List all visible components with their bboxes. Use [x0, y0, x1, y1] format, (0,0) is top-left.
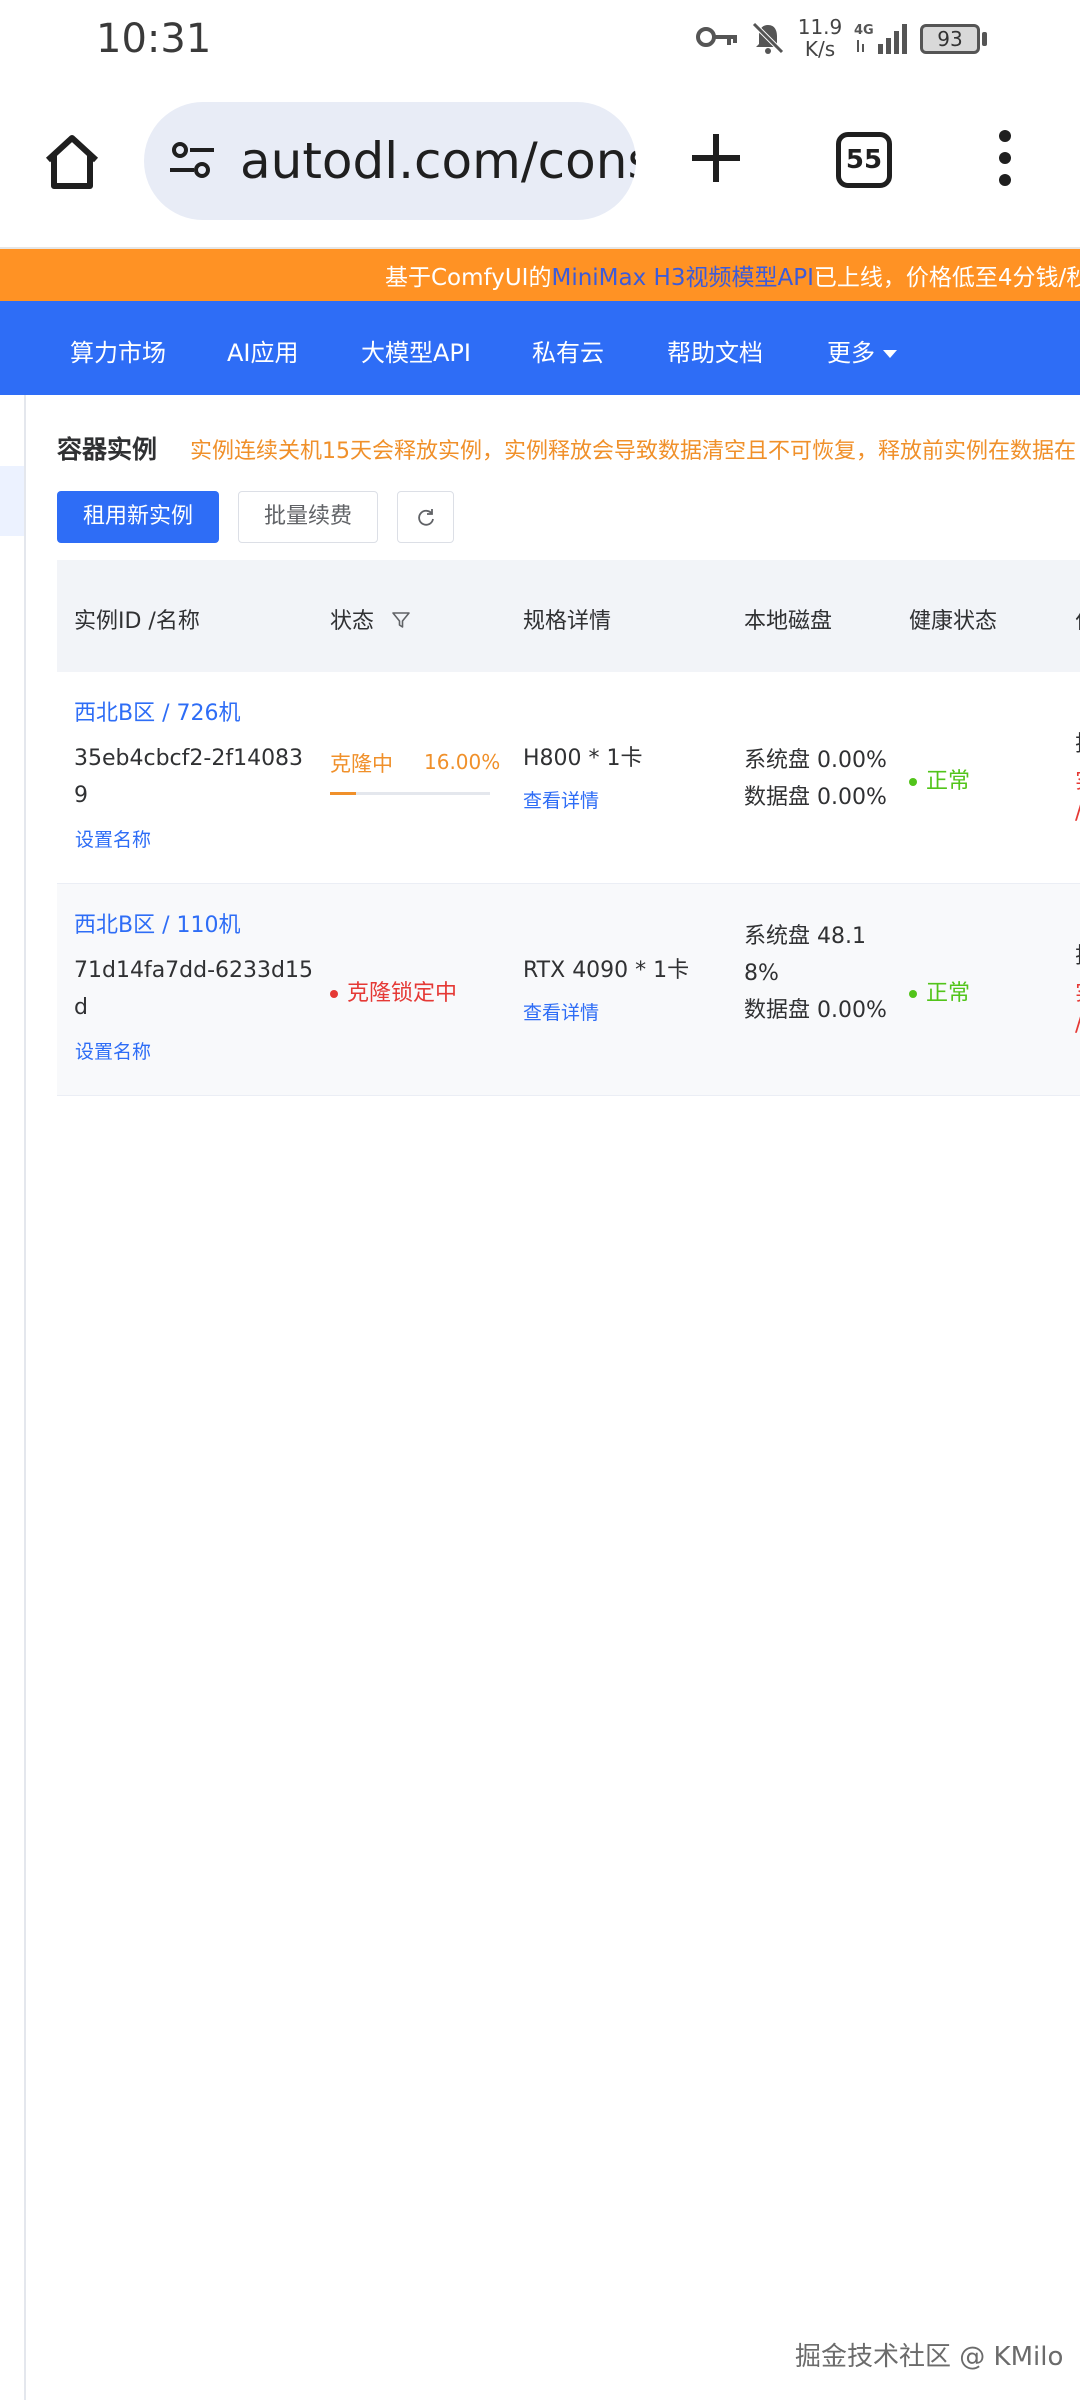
nav-item-compute-market[interactable]: 算力市场	[70, 333, 166, 368]
nav-item-help-docs[interactable]: 帮助文档	[667, 333, 763, 368]
col-health: 健康状态	[909, 609, 998, 634]
spec-text: H800 * 1卡	[523, 746, 643, 771]
home-icon[interactable]	[40, 130, 104, 194]
view-details-link[interactable]: 查看详情	[523, 998, 599, 1025]
battery-icon: 93	[920, 24, 980, 54]
status-dot	[330, 990, 338, 998]
action-separator-clipped: /	[1075, 1012, 1080, 1037]
nav-item-llm-api[interactable]: 大模型API	[361, 333, 471, 368]
main-nav: 算力市场 AI应用 大模型API 私有云 帮助文档 更多	[0, 301, 1080, 395]
instance-id: 71d14fa7dd-6233d15 d	[74, 952, 313, 1026]
view-details-link[interactable]: 查看详情	[523, 786, 599, 813]
disk-usage: 系统盘 48.1 8% 数据盘 0.00%	[744, 918, 887, 1029]
instance-id: 35eb4cbcf2-2f14083 9	[74, 740, 303, 814]
clock: 10:31	[96, 16, 212, 62]
action-separator-clipped: /	[1075, 800, 1080, 825]
clone-progress-fill	[330, 792, 356, 795]
net-speed-unit: K/s	[804, 37, 836, 61]
url-text[interactable]: autodl.com/console/instance/list	[240, 132, 636, 190]
system-disk-usage: 系统盘 0.00%	[744, 748, 887, 773]
caret-down-icon	[883, 350, 897, 358]
set-name-link[interactable]: 设置名称	[75, 825, 151, 852]
instance-region-link[interactable]: 西北B区 / 726机	[74, 695, 240, 727]
action-link-clipped[interactable]: 实	[1075, 975, 1080, 1007]
col-status: 状态	[330, 603, 411, 635]
system-disk-usage-wrap: 8%	[744, 961, 779, 986]
refresh-button[interactable]	[397, 491, 454, 543]
disk-usage: 系统盘 0.00% 数据盘 0.00%	[744, 742, 887, 816]
filter-icon[interactable]	[391, 610, 411, 630]
banner-text: 基于ComfyUI的MiniMax H3视频模型API已上线，价格低至4分钱/秒…	[385, 258, 1080, 292]
data-disk-usage: 数据盘 0.00%	[744, 998, 887, 1023]
nav-item-more[interactable]: 更多	[827, 333, 897, 368]
plus-icon[interactable]	[688, 130, 744, 186]
instance-id-line: d	[74, 995, 88, 1020]
set-name-link[interactable]: 设置名称	[75, 1037, 151, 1064]
svg-text:4G: 4G	[854, 23, 874, 38]
watermark: 掘金技术社区 @ KMilo	[795, 2342, 1064, 2372]
banner-text-after: 已上线，价格低至4分钱/秒！ 敬	[813, 265, 1080, 291]
health-label: 正常	[926, 981, 971, 1006]
health-status: 正常	[909, 763, 970, 795]
sidebar-edge	[24, 395, 26, 2400]
table-row: 西北B区 / 726机 35eb4cbcf2-2f14083 9 设置名称 克隆…	[57, 672, 1080, 884]
health-status: 正常	[909, 975, 970, 1007]
clone-progress-bar	[330, 792, 490, 795]
refresh-icon	[418, 509, 434, 526]
status-dot	[909, 778, 917, 786]
system-disk-usage: 系统盘 48.1	[744, 924, 866, 949]
col-status-label: 状态	[330, 609, 375, 634]
col-instance-id: 实例ID /名称	[74, 609, 200, 634]
status-dot	[909, 990, 917, 998]
page-title: 容器实例	[57, 435, 158, 464]
status-bar: 10:31 11.9 K/s 4G 93	[0, 0, 1080, 80]
release-notice: 实例连续关机15天会释放实例，实例释放会导致数据清空且不可恢复，释放前实例在数据…	[190, 439, 1076, 464]
instance-region-link[interactable]: 西北B区 / 110机	[74, 907, 240, 939]
action-link-clipped[interactable]: 实	[1075, 763, 1080, 795]
health-label: 正常	[926, 769, 971, 794]
table-header: 实例ID /名称 状态 规格详情 本地磁盘 健康状态 付	[57, 560, 1080, 672]
instance-id-line: 35eb4cbcf2-2f14083	[74, 746, 304, 771]
data-disk-usage: 数据盘 0.00%	[744, 785, 887, 810]
key-icon	[695, 22, 739, 56]
nav-item-ai-apps[interactable]: AI应用	[227, 333, 299, 368]
spec-text: RTX 4090 * 1卡	[523, 958, 690, 983]
status-cloning: 克隆中	[330, 752, 393, 776]
banner-link[interactable]: MiniMax H3视频模型API	[551, 265, 813, 291]
col-spec: 规格详情	[523, 609, 612, 634]
status-clone-locked: 克隆锁定中	[330, 975, 457, 1007]
instance-id-line: 71d14fa7dd-6233d15	[74, 958, 313, 983]
table-row: 西北B区 / 110机 71d14fa7dd-6233d15 d 设置名称 克隆…	[57, 884, 1080, 1096]
browser-toolbar: autodl.com/console/instance/list 55	[0, 90, 1080, 230]
nav-item-more-label: 更多	[827, 339, 875, 367]
banner-text-before: 基于ComfyUI的	[385, 265, 552, 291]
billing-cell-clipped: 挂	[1075, 726, 1080, 758]
col-local-disk: 本地磁盘	[744, 609, 833, 634]
rent-new-instance-button[interactable]: 租用新实例	[57, 491, 219, 543]
batch-renew-button[interactable]: 批量续费	[238, 491, 378, 543]
sidebar-active-item[interactable]	[0, 466, 24, 536]
tune-icon[interactable]	[168, 140, 216, 184]
signal-icon: 4G	[854, 20, 914, 60]
tab-switcher-icon[interactable]: 55	[836, 132, 892, 188]
battery-tip	[982, 32, 987, 46]
status-label: 克隆锁定中	[347, 981, 458, 1006]
more-vert-icon[interactable]	[990, 128, 1020, 188]
announcement-banner: 基于ComfyUI的MiniMax H3视频模型API已上线，价格低至4分钱/秒…	[0, 249, 1080, 301]
nav-item-private-cloud[interactable]: 私有云	[532, 333, 604, 368]
col-billing: 付	[1075, 603, 1080, 635]
net-speed-value: 11.9	[797, 15, 843, 39]
address-bar[interactable]: autodl.com/console/instance/list	[144, 102, 636, 220]
billing-cell-clipped: 挂	[1075, 938, 1080, 970]
bell-off-icon	[750, 20, 786, 60]
net-speed: 11.9 K/s	[794, 16, 846, 60]
clone-progress-text: 16.00%	[424, 750, 501, 774]
instance-id-line: 9	[74, 783, 88, 808]
